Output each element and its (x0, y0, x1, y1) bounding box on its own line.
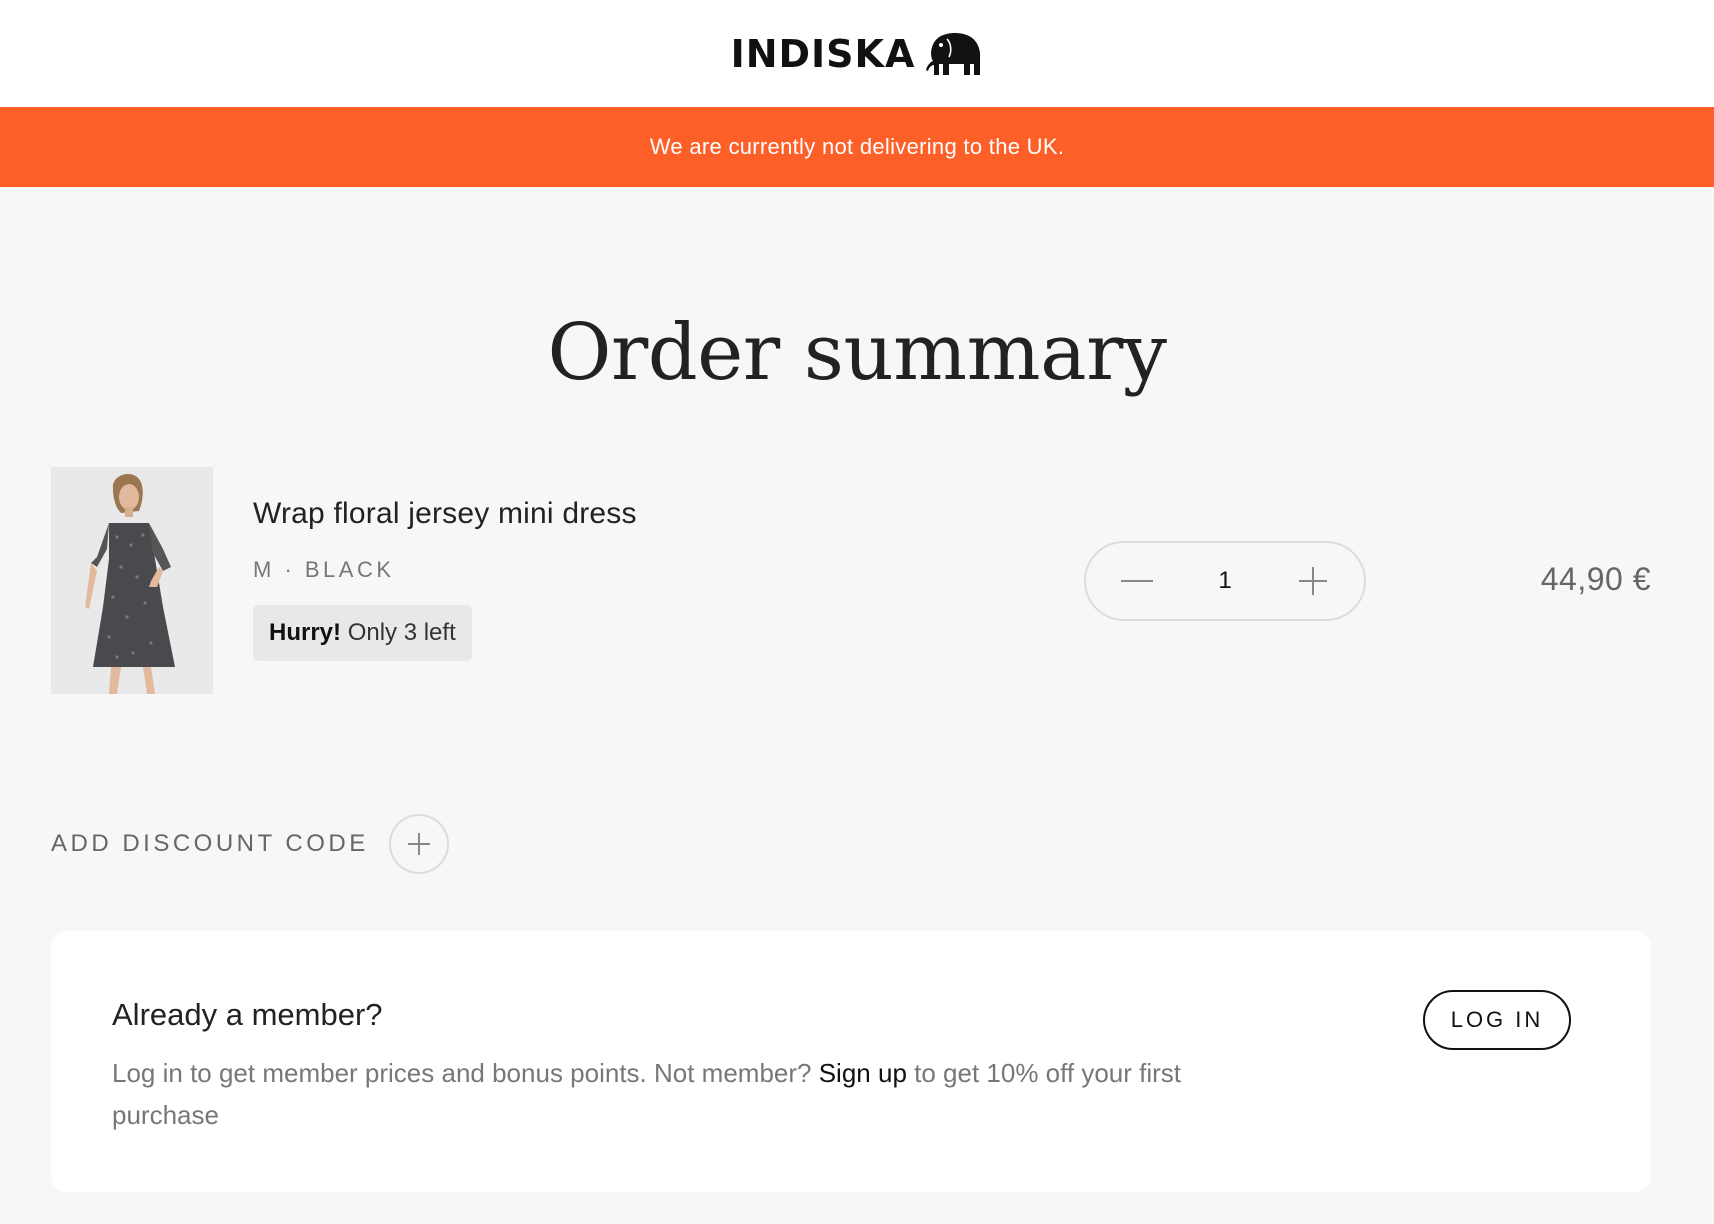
item-details: Wrap floral jersey mini dress M · BLACK … (253, 497, 637, 661)
product-image[interactable] (51, 467, 213, 694)
site-header: INDISKA (0, 0, 1714, 107)
low-stock-badge: Hurry! Only 3 left (253, 605, 472, 661)
member-login-card: Already a member? Log in to get member p… (51, 931, 1651, 1192)
delivery-notice-banner: We are currently not delivering to the U… (0, 107, 1714, 187)
delivery-notice-text: We are currently not delivering to the U… (649, 134, 1065, 159)
quantity-value: 1 (1218, 567, 1232, 594)
minus-icon (1121, 580, 1153, 582)
elephant-icon (925, 31, 983, 77)
quantity-stepper: 1 (1084, 541, 1366, 621)
item-price: 44,90 € (1540, 561, 1651, 597)
plus-icon (407, 833, 430, 855)
sign-up-link[interactable]: Sign up (819, 1058, 907, 1088)
plus-icon (1298, 567, 1327, 595)
stock-emphasis: Hurry! (269, 619, 342, 646)
member-text-before: Log in to get member prices and bonus po… (112, 1058, 819, 1088)
member-card-text: Log in to get member prices and bonus po… (112, 1052, 1292, 1136)
member-card-title: Already a member? (112, 997, 383, 1032)
stock-text: Only 3 left (347, 619, 456, 646)
brand-logo[interactable]: INDISKA (731, 31, 984, 77)
discount-code-toggle[interactable]: ADD DISCOUNT CODE (51, 814, 449, 874)
brand-name: INDISKA (730, 31, 916, 76)
page-title: Order summary (547, 308, 1167, 398)
cart-item: Wrap floral jersey mini dress M · BLACK … (51, 467, 1651, 694)
product-name[interactable]: Wrap floral jersey mini dress (253, 497, 637, 531)
login-button[interactable]: LOG IN (1423, 990, 1571, 1050)
add-discount-button[interactable] (388, 814, 449, 874)
increase-quantity-button[interactable] (1296, 564, 1330, 598)
product-variant: M · BLACK (253, 557, 395, 582)
decrease-quantity-button[interactable] (1120, 564, 1154, 598)
discount-code-label[interactable]: ADD DISCOUNT CODE (51, 830, 369, 858)
